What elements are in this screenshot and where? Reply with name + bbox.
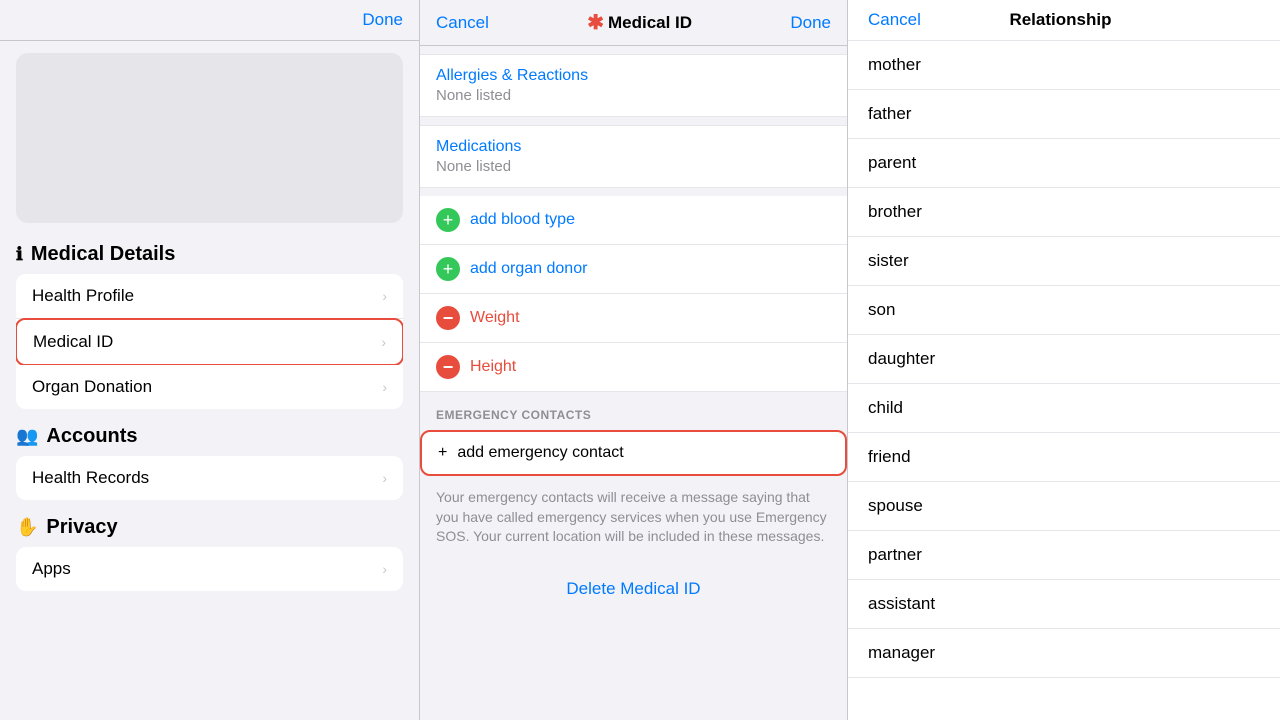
add-blood-type-row[interactable]: + add blood type xyxy=(420,196,847,245)
relationship-item[interactable]: mother xyxy=(848,41,1280,90)
add-emergency-icon: + xyxy=(438,444,447,462)
relationship-item[interactable]: father xyxy=(848,90,1280,139)
health-profile-label: Health Profile xyxy=(32,286,134,306)
medications-section: Medications None listed xyxy=(420,125,847,188)
organ-donation-label: Organ Donation xyxy=(32,377,152,397)
emergency-contacts-label: EMERGENCY CONTACTS xyxy=(420,392,847,426)
relationship-item[interactable]: spouse xyxy=(848,482,1280,531)
chevron-right-icon: › xyxy=(382,561,387,577)
relationship-item[interactable]: partner xyxy=(848,531,1280,580)
weight-label: Weight xyxy=(470,309,520,327)
relationship-list: motherfatherparentbrothersistersondaught… xyxy=(848,41,1280,720)
relationship-item[interactable]: manager xyxy=(848,629,1280,678)
add-organ-donor-icon: + xyxy=(436,257,460,281)
medical-id-asterisk: ✱ xyxy=(587,10,604,35)
relationship-item[interactable]: son xyxy=(848,286,1280,335)
allergies-value: None listed xyxy=(436,87,831,104)
medical-details-menu: Health Profile › Medical ID › Organ Dona… xyxy=(16,274,403,409)
avatar-area xyxy=(16,53,403,223)
medications-value: None listed xyxy=(436,158,831,175)
chevron-right-icon: › xyxy=(382,288,387,304)
relationship-item[interactable]: parent xyxy=(848,139,1280,188)
relationship-item[interactable]: daughter xyxy=(848,335,1280,384)
accounts-label: Accounts xyxy=(46,425,137,448)
middle-panel: Cancel ✱ Medical ID Done Allergies & Rea… xyxy=(420,0,848,720)
right-cancel-button[interactable]: Cancel xyxy=(868,10,921,30)
sidebar-item-health-profile[interactable]: Health Profile › xyxy=(16,274,403,319)
relationship-item[interactable]: child xyxy=(848,384,1280,433)
delete-button-wrap: Delete Medical ID xyxy=(420,563,847,615)
chevron-right-icon: › xyxy=(382,470,387,486)
privacy-menu: Apps › xyxy=(16,547,403,591)
accounts-icon: 👥 xyxy=(16,426,38,447)
chevron-right-icon: › xyxy=(382,379,387,395)
middle-title: Medical ID xyxy=(608,13,692,33)
height-row[interactable]: − Height xyxy=(420,343,847,392)
apps-label: Apps xyxy=(32,559,71,579)
add-organ-donor-label: add organ donor xyxy=(470,260,587,278)
remove-height-icon: − xyxy=(436,355,460,379)
left-header: Done xyxy=(0,0,419,41)
remove-weight-icon: − xyxy=(436,306,460,330)
delete-medical-id-button[interactable]: Delete Medical ID xyxy=(566,579,700,599)
allergies-section: Allergies & Reactions None listed xyxy=(420,54,847,117)
allergies-label: Allergies & Reactions xyxy=(436,67,831,85)
right-title: Relationship xyxy=(1009,10,1111,30)
sidebar-item-health-records[interactable]: Health Records › xyxy=(16,456,403,500)
medical-details-icon: ℹ xyxy=(16,244,23,265)
chevron-right-icon: › xyxy=(381,334,386,350)
sidebar-item-organ-donation[interactable]: Organ Donation › xyxy=(16,365,403,409)
medical-details-section-header: ℹ Medical Details xyxy=(0,235,419,270)
add-organ-donor-row[interactable]: + add organ donor xyxy=(420,245,847,294)
right-panel: Cancel Relationship motherfatherparentbr… xyxy=(848,0,1280,720)
accounts-menu: Health Records › xyxy=(16,456,403,500)
relationship-item[interactable]: friend xyxy=(848,433,1280,482)
relationship-item[interactable]: sister xyxy=(848,237,1280,286)
privacy-section-header: ✋ Privacy xyxy=(0,508,419,543)
emergency-description: Your emergency contacts will receive a m… xyxy=(420,480,847,563)
middle-done-button[interactable]: Done xyxy=(790,13,831,33)
medical-details-label: Medical Details xyxy=(31,243,176,266)
middle-cancel-button[interactable]: Cancel xyxy=(436,13,489,33)
privacy-label: Privacy xyxy=(46,516,117,539)
medications-label: Medications xyxy=(436,138,831,156)
left-panel: Done ℹ Medical Details Health Profile › … xyxy=(0,0,420,720)
health-records-label: Health Records xyxy=(32,468,149,488)
height-label: Height xyxy=(470,358,516,376)
middle-title-wrap: ✱ Medical ID xyxy=(587,10,692,35)
add-blood-type-icon: + xyxy=(436,208,460,232)
add-emergency-contact-button[interactable]: + add emergency contact xyxy=(420,430,847,476)
left-done-button[interactable]: Done xyxy=(362,10,403,30)
relationship-item[interactable]: brother xyxy=(848,188,1280,237)
accounts-section-header: 👥 Accounts xyxy=(0,417,419,452)
sidebar-item-apps[interactable]: Apps › xyxy=(16,547,403,591)
add-blood-type-label: add blood type xyxy=(470,211,575,229)
add-emergency-label: add emergency contact xyxy=(457,444,623,462)
relationship-item[interactable]: assistant xyxy=(848,580,1280,629)
privacy-icon: ✋ xyxy=(16,517,38,538)
middle-content: Allergies & Reactions None listed Medica… xyxy=(420,46,847,720)
sidebar-item-medical-id[interactable]: Medical ID › xyxy=(16,318,403,366)
middle-header: Cancel ✱ Medical ID Done xyxy=(420,0,847,46)
weight-row[interactable]: − Weight xyxy=(420,294,847,343)
medical-id-label: Medical ID xyxy=(33,332,113,352)
right-header: Cancel Relationship xyxy=(848,0,1280,41)
